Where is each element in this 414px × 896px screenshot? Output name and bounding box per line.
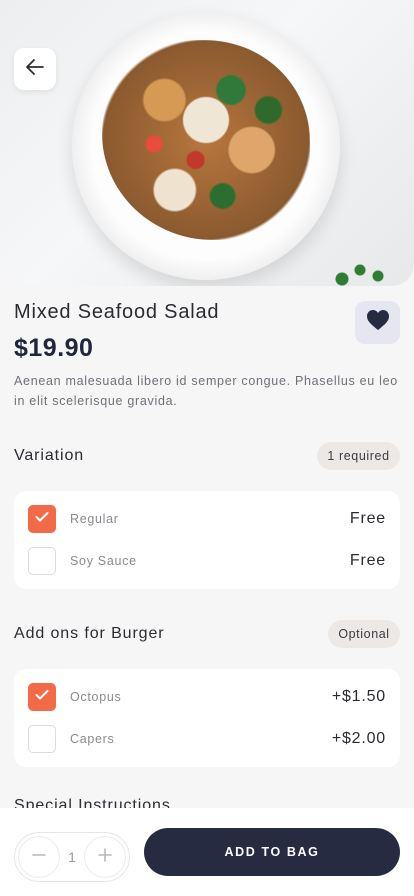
checkbox[interactable] [28,683,56,711]
addons-title: Add ons for Burger [14,625,165,642]
plus-icon [97,847,113,868]
herb-garnish [330,258,390,286]
option-price: Free [349,552,386,569]
add-to-bag-button[interactable]: ADD TO BAG [144,828,400,876]
quantity-value: 1 [68,849,76,865]
checkbox[interactable] [28,505,56,533]
favorite-button[interactable] [355,301,400,344]
option-row-regular[interactable]: Regular Free [28,505,386,533]
option-price: +$2.00 [331,730,386,747]
option-label: Regular [70,512,119,526]
addon-options: Octopus +$1.50 Capers +$2.00 [14,669,400,767]
option-label: Soy Sauce [70,554,137,568]
option-row-capers[interactable]: Capers +$2.00 [28,725,386,753]
option-price: +$1.50 [331,688,386,705]
option-price: Free [349,510,386,527]
checkbox[interactable] [28,725,56,753]
product-title: Mixed Seafood Salad [14,301,220,323]
heart-icon [366,309,390,336]
quantity-stepper: 1 [14,832,130,882]
optional-badge: Optional [328,620,400,648]
check-icon [35,688,49,706]
check-icon [35,510,49,528]
back-button[interactable] [14,48,56,90]
increase-button[interactable] [83,836,126,878]
bottom-action-bar: 1 ADD TO BAG [0,808,414,896]
option-row-octopus[interactable]: Octopus +$1.50 [28,683,386,711]
option-row-soy-sauce[interactable]: Soy Sauce Free [28,547,386,575]
product-description: Aenean malesuada libero id semper congue… [14,374,398,408]
checkbox[interactable] [28,547,56,575]
variation-options: Regular Free Soy Sauce Free [14,491,400,589]
variation-title: Variation [14,447,85,464]
decrease-button[interactable] [18,836,60,878]
required-badge: 1 required [317,442,400,470]
option-label: Capers [70,732,115,746]
product-price: $19.90 [14,334,94,362]
arrow-left-icon [24,56,46,83]
minus-icon [31,847,47,868]
product-image [0,0,414,286]
option-label: Octopus [70,690,122,704]
